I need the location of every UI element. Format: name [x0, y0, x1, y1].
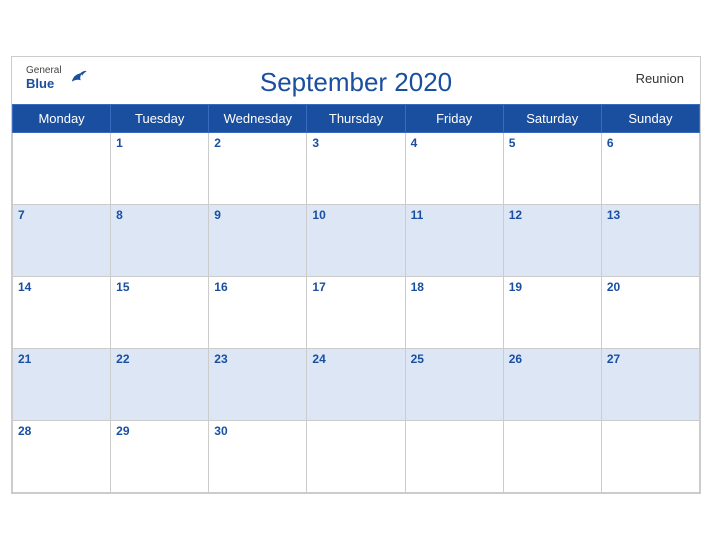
- calendar-day-empty: [13, 133, 111, 205]
- day-number-5: 5: [509, 136, 516, 150]
- calendar-day-22: 22: [111, 349, 209, 421]
- region-label: Reunion: [636, 71, 684, 86]
- day-number-15: 15: [116, 280, 129, 294]
- day-number-2: 2: [214, 136, 221, 150]
- day-number-11: 11: [411, 208, 424, 222]
- day-number-18: 18: [411, 280, 424, 294]
- calendar-week-4: 21 22 23 24 25 26 27: [13, 349, 700, 421]
- calendar: General Blue September 2020 Reunion Mond…: [11, 56, 701, 494]
- day-number-22: 22: [116, 352, 129, 366]
- day-number-4: 4: [411, 136, 418, 150]
- calendar-day-8: 8: [111, 205, 209, 277]
- weekday-thursday: Thursday: [307, 105, 405, 133]
- day-number-13: 13: [607, 208, 620, 222]
- calendar-week-5: 28 29 30: [13, 421, 700, 493]
- calendar-title: September 2020: [28, 67, 684, 98]
- day-number-26: 26: [509, 352, 522, 366]
- calendar-day-empty: [307, 421, 405, 493]
- calendar-day-empty: [405, 421, 503, 493]
- calendar-header: General Blue September 2020 Reunion: [12, 57, 700, 104]
- logo-blue-text: Blue: [26, 77, 62, 92]
- calendar-day-19: 19: [503, 277, 601, 349]
- calendar-day-12: 12: [503, 205, 601, 277]
- calendar-day-20: 20: [601, 277, 699, 349]
- calendar-day-5: 5: [503, 133, 601, 205]
- calendar-day-15: 15: [111, 277, 209, 349]
- calendar-day-empty: [503, 421, 601, 493]
- calendar-day-3: 3: [307, 133, 405, 205]
- day-number-14: 14: [18, 280, 31, 294]
- weekday-monday: Monday: [13, 105, 111, 133]
- day-number-29: 29: [116, 424, 129, 438]
- day-number-9: 9: [214, 208, 221, 222]
- day-number-19: 19: [509, 280, 522, 294]
- day-number-25: 25: [411, 352, 424, 366]
- day-number-1: 1: [116, 136, 123, 150]
- logo-general-text: General: [26, 65, 62, 77]
- calendar-day-6: 6: [601, 133, 699, 205]
- calendar-table: Monday Tuesday Wednesday Thursday Friday…: [12, 104, 700, 493]
- day-number-23: 23: [214, 352, 227, 366]
- day-number-16: 16: [214, 280, 227, 294]
- calendar-day-21: 21: [13, 349, 111, 421]
- calendar-day-empty: [601, 421, 699, 493]
- calendar-day-17: 17: [307, 277, 405, 349]
- calendar-day-4: 4: [405, 133, 503, 205]
- calendar-day-24: 24: [307, 349, 405, 421]
- calendar-week-1: 1 2 3 4 5 6: [13, 133, 700, 205]
- calendar-day-16: 16: [209, 277, 307, 349]
- calendar-day-26: 26: [503, 349, 601, 421]
- weekday-saturday: Saturday: [503, 105, 601, 133]
- calendar-day-28: 28: [13, 421, 111, 493]
- weekday-header-row: Monday Tuesday Wednesday Thursday Friday…: [13, 105, 700, 133]
- weekday-sunday: Sunday: [601, 105, 699, 133]
- calendar-week-2: 7 8 9 10 11 12 13: [13, 205, 700, 277]
- calendar-day-29: 29: [111, 421, 209, 493]
- calendar-day-14: 14: [13, 277, 111, 349]
- calendar-day-23: 23: [209, 349, 307, 421]
- calendar-day-7: 7: [13, 205, 111, 277]
- calendar-day-13: 13: [601, 205, 699, 277]
- day-number-30: 30: [214, 424, 227, 438]
- day-number-12: 12: [509, 208, 522, 222]
- calendar-day-30: 30: [209, 421, 307, 493]
- day-number-8: 8: [116, 208, 123, 222]
- day-number-28: 28: [18, 424, 31, 438]
- calendar-day-25: 25: [405, 349, 503, 421]
- logo: General Blue: [26, 65, 88, 91]
- day-number-20: 20: [607, 280, 620, 294]
- logo-bird-icon: [66, 67, 88, 89]
- day-number-7: 7: [18, 208, 25, 222]
- weekday-wednesday: Wednesday: [209, 105, 307, 133]
- day-number-3: 3: [312, 136, 319, 150]
- day-number-6: 6: [607, 136, 614, 150]
- calendar-day-27: 27: [601, 349, 699, 421]
- day-number-27: 27: [607, 352, 620, 366]
- calendar-day-2: 2: [209, 133, 307, 205]
- calendar-day-18: 18: [405, 277, 503, 349]
- calendar-week-3: 14 15 16 17 18 19 20: [13, 277, 700, 349]
- calendar-day-10: 10: [307, 205, 405, 277]
- calendar-day-9: 9: [209, 205, 307, 277]
- weekday-tuesday: Tuesday: [111, 105, 209, 133]
- weekday-friday: Friday: [405, 105, 503, 133]
- calendar-day-11: 11: [405, 205, 503, 277]
- day-number-10: 10: [312, 208, 325, 222]
- day-number-17: 17: [312, 280, 325, 294]
- day-number-24: 24: [312, 352, 325, 366]
- day-number-21: 21: [18, 352, 31, 366]
- calendar-day-1: 1: [111, 133, 209, 205]
